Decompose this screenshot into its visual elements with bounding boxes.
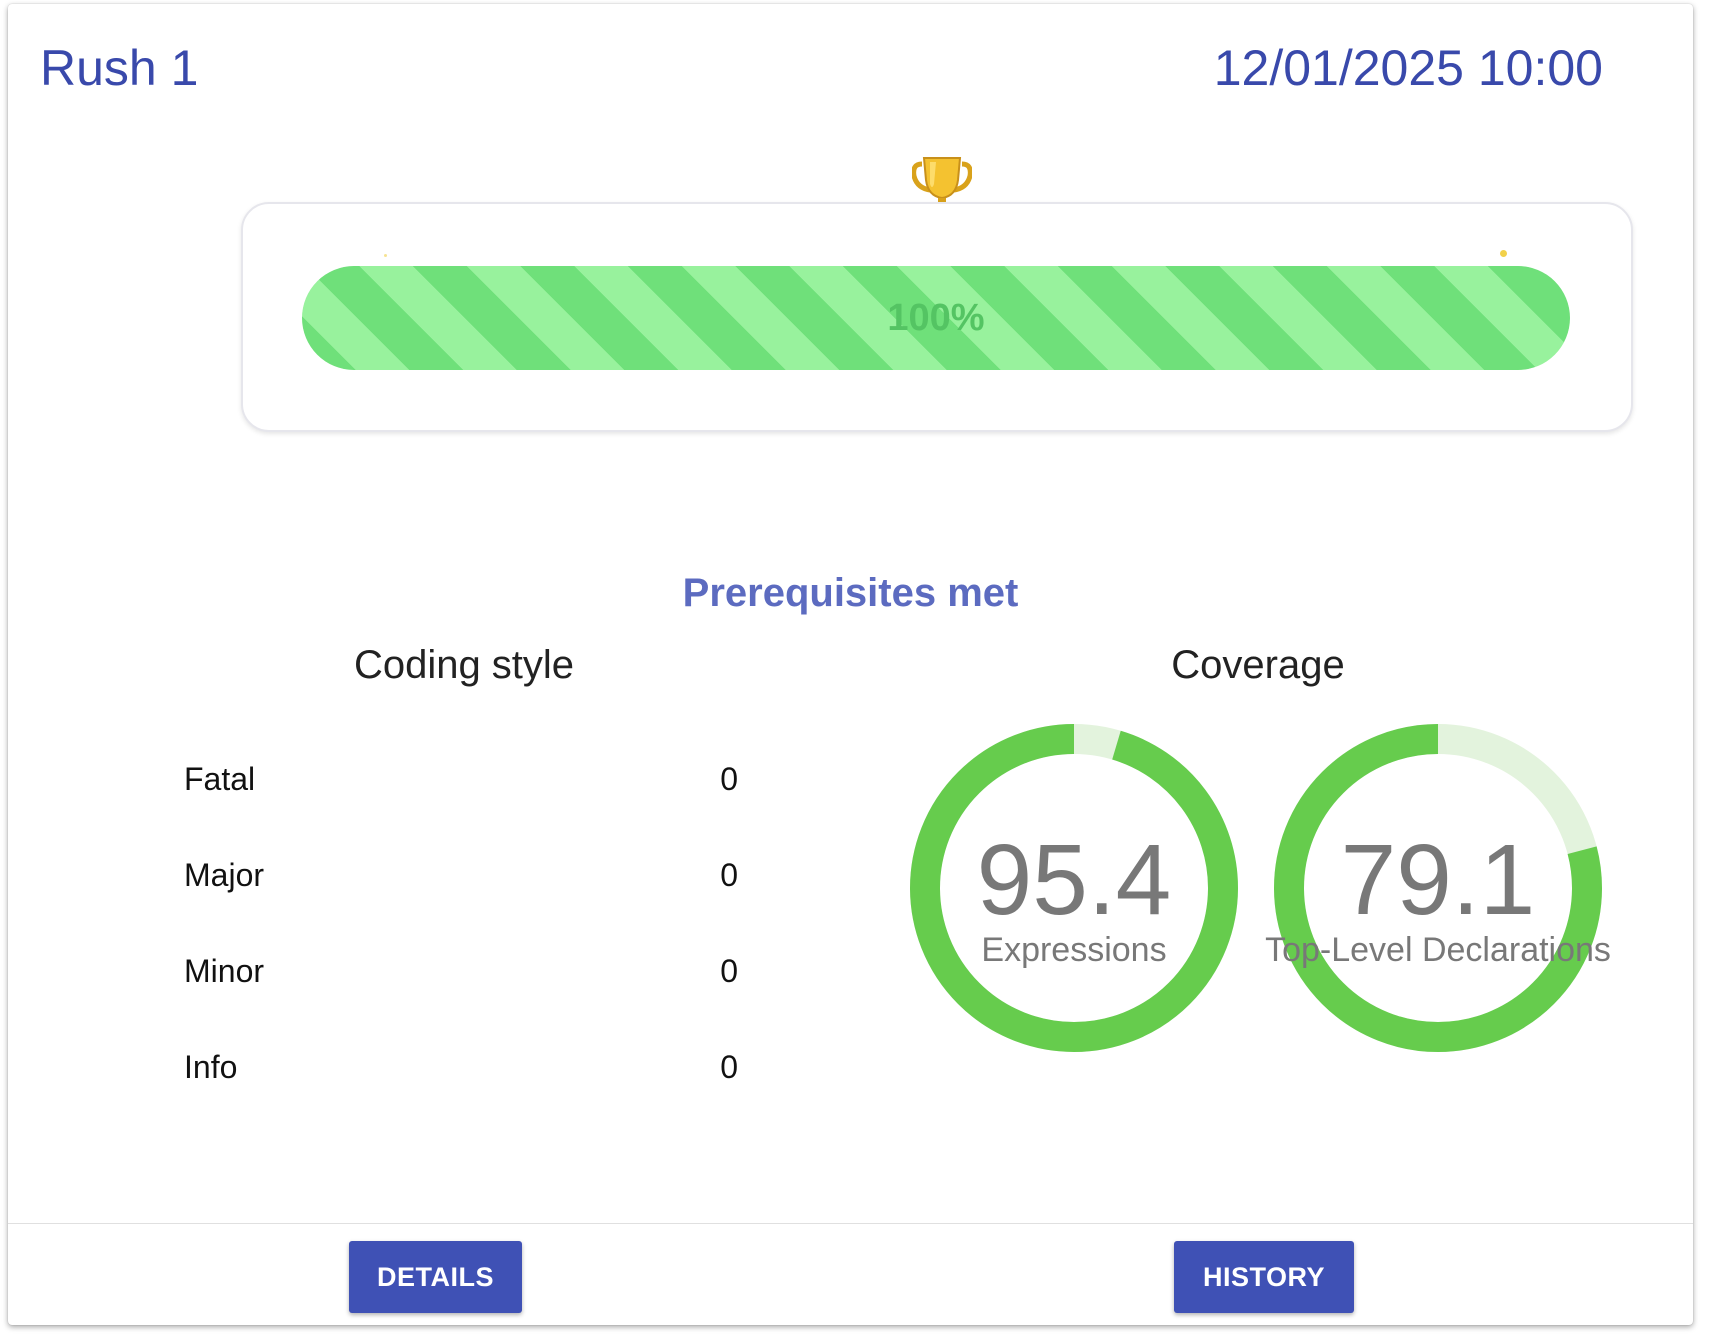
row-value: 0 <box>720 857 738 893</box>
card-date: 12/01/2025 10:00 <box>1213 40 1603 96</box>
gauge-value: 79.1 <box>1340 824 1536 936</box>
row-label: Fatal <box>184 761 256 797</box>
progress-label: 100% <box>887 297 985 339</box>
gauge-label: Top-Level Declarations <box>1265 931 1611 969</box>
gauge-value: 95.4 <box>976 824 1172 936</box>
row-label: Minor <box>184 953 265 989</box>
row-label: Major <box>184 857 265 893</box>
sparkle-decoration <box>384 254 387 257</box>
row-value: 0 <box>720 953 738 989</box>
history-button[interactable]: HISTORY <box>1174 1241 1354 1313</box>
row-label: Info <box>184 1049 238 1085</box>
coverage-gauge-expressions: 95.4 Expressions <box>906 720 1242 1056</box>
row-value: 0 <box>720 1049 738 1085</box>
coding-style-row-fatal: Fatal 0 <box>184 754 744 804</box>
details-button[interactable]: DETAILS <box>349 1241 522 1313</box>
prerequisites-status: Prerequisites met <box>682 571 1019 615</box>
coding-style-row-info: Info 0 <box>184 1042 744 1092</box>
gauge-label: Expressions <box>981 931 1167 969</box>
coverage-gauge-top-level-declarations: 79.1 Top-Level Declarations <box>1265 720 1611 1056</box>
progress-bar: 100% <box>302 266 1570 370</box>
coverage-title: Coverage <box>1171 643 1345 687</box>
row-value: 0 <box>720 761 738 797</box>
coding-style-title: Coding style <box>353 643 575 687</box>
coding-style-row-major: Major 0 <box>184 850 744 900</box>
card-title: Rush 1 <box>40 40 199 96</box>
sparkle-decoration <box>1500 250 1507 257</box>
coding-style-row-minor: Minor 0 <box>184 946 744 996</box>
rush-card: Rush 1 12/01/2025 10:00 100% Prerequisit… <box>8 4 1693 1325</box>
footer-divider <box>8 1223 1693 1224</box>
